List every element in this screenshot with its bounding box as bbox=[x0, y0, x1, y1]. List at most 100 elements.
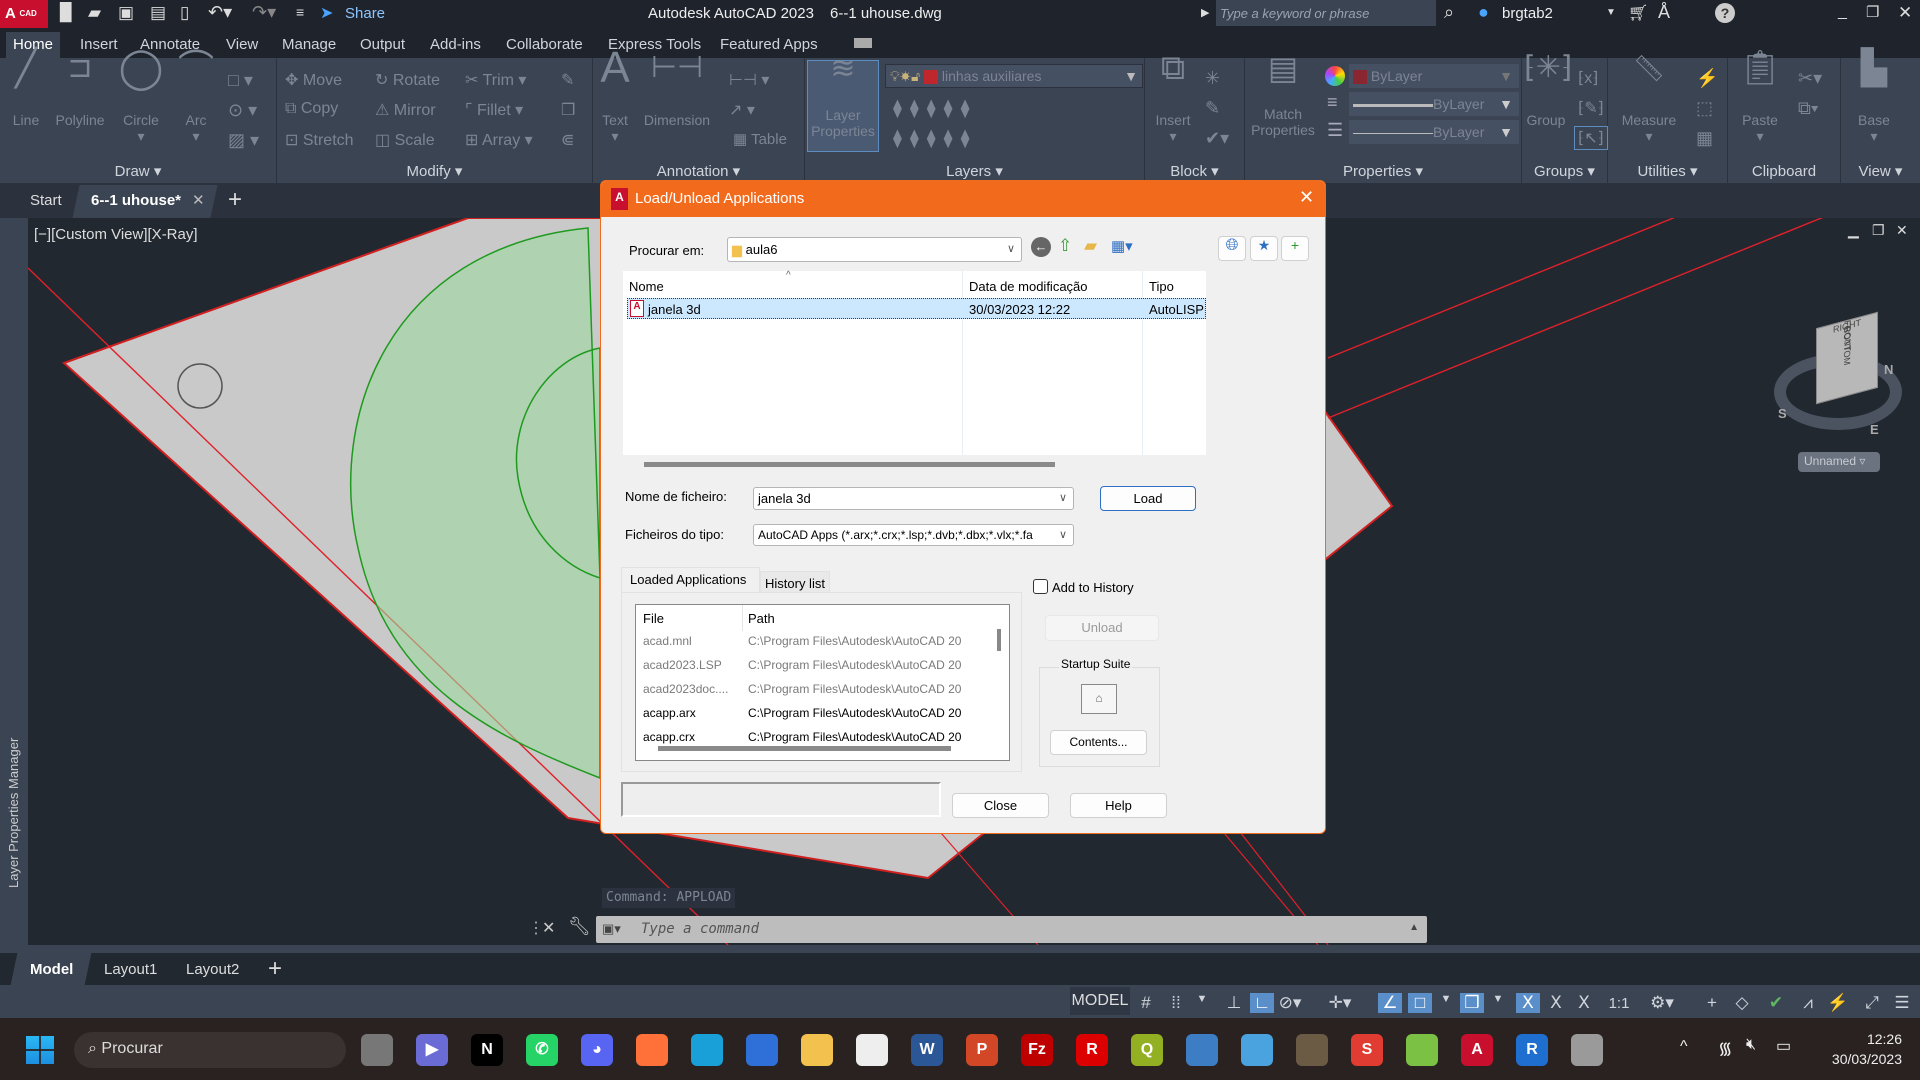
osnap-icon[interactable]: □ bbox=[1408, 993, 1432, 1013]
look-in-combo[interactable]: ▆ aula6 ∨ bbox=[727, 237, 1022, 262]
load-button[interactable]: Load bbox=[1100, 486, 1196, 511]
isodraft-icon[interactable]: ✛▾ bbox=[1328, 993, 1352, 1013]
layer-dropdown[interactable]: 💡︎☀︎🔓︎ linhas auxiliares ▼ bbox=[885, 64, 1143, 88]
tab-collaborate[interactable]: Collaborate bbox=[499, 32, 590, 58]
copy-tool[interactable]: ⧉ Copy bbox=[285, 100, 338, 118]
annotation-scale-icon[interactable]: Ⅹ bbox=[1572, 993, 1596, 1013]
circle-tool[interactable]: ◯ Circle ▾ bbox=[116, 48, 166, 144]
minimize-icon[interactable]: _ bbox=[1838, 3, 1847, 21]
create-block-icon[interactable]: ✳ bbox=[1205, 68, 1220, 89]
back-icon[interactable]: ← bbox=[1031, 237, 1051, 257]
measure-tool[interactable]: 📏︎ Measure ▾ bbox=[1614, 55, 1684, 144]
loaded-list-vscrollbar[interactable] bbox=[997, 629, 1001, 651]
wifi-icon[interactable]: ᯾ bbox=[1718, 1036, 1732, 1059]
dialog-title-bar[interactable]: A Load/Unload Applications ✕ bbox=[601, 181, 1325, 217]
explode-icon[interactable]: ❒ bbox=[561, 100, 575, 120]
annotation-panel-label[interactable]: Annotation ▾ bbox=[593, 162, 804, 180]
share-icon[interactable]: ➤ bbox=[320, 3, 333, 23]
hatch-circle-icon[interactable]: ⊙ ▾ bbox=[228, 100, 257, 121]
open-icon[interactable]: ▰ bbox=[88, 3, 101, 23]
layout-tab-layout2[interactable]: Layout2 bbox=[186, 961, 239, 978]
move-tool[interactable]: ✥ Move bbox=[285, 70, 342, 90]
text-tool[interactable]: A Text ▾ bbox=[597, 46, 633, 145]
snap-icon[interactable]: ⁞⁞ bbox=[1164, 993, 1188, 1013]
file-tab-start[interactable]: Start bbox=[30, 192, 62, 209]
insert-tool[interactable]: ⧉ Insert ▾ bbox=[1149, 51, 1197, 144]
new-layout-icon[interactable]: + bbox=[268, 955, 282, 983]
file-list[interactable]: Nome ^ Data de modificação Tipo A janela… bbox=[623, 270, 1206, 455]
loaded-file-name[interactable]: acad2023.LSP bbox=[643, 658, 722, 672]
loaded-file-name[interactable]: acapp.crx bbox=[643, 730, 695, 744]
base-tool[interactable]: ▙ Base ▾ bbox=[1849, 51, 1899, 144]
quick-properties-icon[interactable]: ✔ bbox=[1764, 993, 1788, 1013]
autocad-icon[interactable]: A bbox=[1461, 1034, 1493, 1066]
clipboard-panel-label[interactable]: Clipboard bbox=[1728, 163, 1840, 180]
word-icon[interactable]: W bbox=[911, 1034, 943, 1066]
leader-icon[interactable]: ↗ ▾ bbox=[729, 100, 755, 120]
loaded-file-name[interactable]: acad.mnl bbox=[643, 634, 692, 648]
tab-loaded-applications[interactable]: Loaded Applications bbox=[621, 567, 760, 593]
osnap-dropdown-icon[interactable]: ▼ bbox=[1434, 993, 1458, 1005]
cut-icon[interactable]: ✂▾ bbox=[1798, 68, 1822, 89]
match-properties-tool[interactable]: ▤ Match Properties bbox=[1247, 52, 1319, 138]
help-icon[interactable]: ? bbox=[1715, 3, 1735, 23]
utilities-panel-label[interactable]: Utilities ▾ bbox=[1608, 162, 1727, 180]
new-icon[interactable]: ▉ bbox=[60, 3, 73, 23]
rectangle-icon[interactable]: □ ▾ bbox=[228, 70, 253, 91]
add-to-history-label[interactable]: Add to History bbox=[1052, 580, 1134, 595]
osnap-tracking-icon[interactable]: ∠ bbox=[1378, 993, 1402, 1013]
publish-icon[interactable]: ▯ bbox=[180, 3, 189, 23]
ungroup-icon[interactable]: ⁅x⁆ bbox=[1578, 68, 1598, 88]
annotation-scale-value[interactable]: 1:1 bbox=[1604, 995, 1634, 1012]
block-attributes-icon[interactable]: ✔▾ bbox=[1205, 128, 1229, 149]
redo-icon[interactable]: ↷▾ bbox=[252, 2, 276, 23]
paste-tool[interactable]: 📋︎ Paste ▾ bbox=[1732, 51, 1788, 144]
loaded-list-hscrollbar[interactable] bbox=[658, 746, 951, 751]
tab-manage[interactable]: Manage bbox=[275, 32, 343, 58]
loaded-file-path[interactable]: C:\Program Files\Autodesk\AutoCAD 20 bbox=[748, 706, 988, 720]
loaded-file-path[interactable]: C:\Program Files\Autodesk\AutoCAD 20 bbox=[748, 634, 988, 648]
robot-icon[interactable]: R bbox=[1076, 1034, 1108, 1066]
annotation-monitor-icon[interactable]: + bbox=[1700, 993, 1724, 1013]
draw-panel-label[interactable]: Draw ▾ bbox=[0, 162, 276, 180]
whatsapp-icon[interactable]: ✆ bbox=[526, 1034, 558, 1066]
battery-icon[interactable]: ▭ bbox=[1776, 1036, 1791, 1056]
search-icon[interactable]: ⌕ bbox=[1444, 2, 1454, 23]
column-header-type[interactable]: Tipo bbox=[1149, 279, 1174, 294]
arc-tool[interactable]: ⌒ Arc ▾ bbox=[176, 50, 216, 145]
tab-output[interactable]: Output bbox=[353, 32, 412, 58]
compass-n[interactable]: N bbox=[1884, 362, 1893, 377]
layer-properties-palette[interactable]: Layer Properties Manager bbox=[0, 218, 28, 945]
hardware-acceleration-icon[interactable]: ⚡ bbox=[1826, 993, 1850, 1013]
share-button[interactable]: Share bbox=[345, 5, 385, 22]
copy-clip-icon[interactable]: ⧉▾ bbox=[1798, 98, 1818, 119]
column-header-file[interactable]: File bbox=[643, 611, 664, 626]
gimp-icon[interactable] bbox=[1296, 1034, 1328, 1066]
tab-featured-apps[interactable]: Featured Apps bbox=[713, 32, 825, 58]
filename-input[interactable]: janela 3d ∨ bbox=[753, 487, 1074, 510]
graphics-performance-icon[interactable]: ⩘ bbox=[1796, 993, 1820, 1013]
virtualbox-icon[interactable] bbox=[1186, 1034, 1218, 1066]
new-folder-icon[interactable]: ▰ bbox=[1084, 236, 1097, 256]
qgis-icon[interactable]: Q bbox=[1131, 1034, 1163, 1066]
fillet-tool[interactable]: ⌜ Fillet ▾ bbox=[465, 100, 523, 120]
save-as-icon[interactable]: ▤ bbox=[150, 3, 166, 23]
group-select-icon[interactable]: ⁅↖⁆ bbox=[1574, 126, 1608, 150]
loaded-file-name[interactable]: acad2023doc.... bbox=[643, 682, 728, 696]
volume-muted-icon[interactable]: 🔇︎ bbox=[1746, 1036, 1756, 1054]
views-menu-icon[interactable]: ▦▾ bbox=[1111, 237, 1133, 255]
file-explorer-icon[interactable] bbox=[801, 1034, 833, 1066]
column-header-date[interactable]: Data de modificação bbox=[969, 279, 1088, 294]
quick-select-icon[interactable]: ⚡ bbox=[1696, 68, 1718, 89]
linear-dim-icon[interactable]: ⊢⊣ ▾ bbox=[729, 70, 769, 90]
snap-dropdown-icon[interactable]: ▼ bbox=[1190, 993, 1214, 1005]
search-web-icon[interactable]: 🌐︎ bbox=[1218, 236, 1246, 261]
block-panel-label[interactable]: Block ▾ bbox=[1145, 162, 1244, 180]
save-icon[interactable]: ▣ bbox=[118, 3, 134, 23]
search-expand-icon[interactable]: ▶ bbox=[1201, 6, 1209, 19]
viewport-label[interactable]: [−][Custom View][X-Ray] bbox=[34, 226, 198, 243]
viewcube[interactable]: RIGHT FRONT BOTTOM N S E bbox=[1774, 311, 1904, 437]
username[interactable]: brgtab2 bbox=[1502, 5, 1553, 22]
command-close-icon[interactable]: ✕ bbox=[542, 918, 555, 938]
group-tool[interactable]: ⁅✳⁆ Group bbox=[1524, 53, 1573, 129]
